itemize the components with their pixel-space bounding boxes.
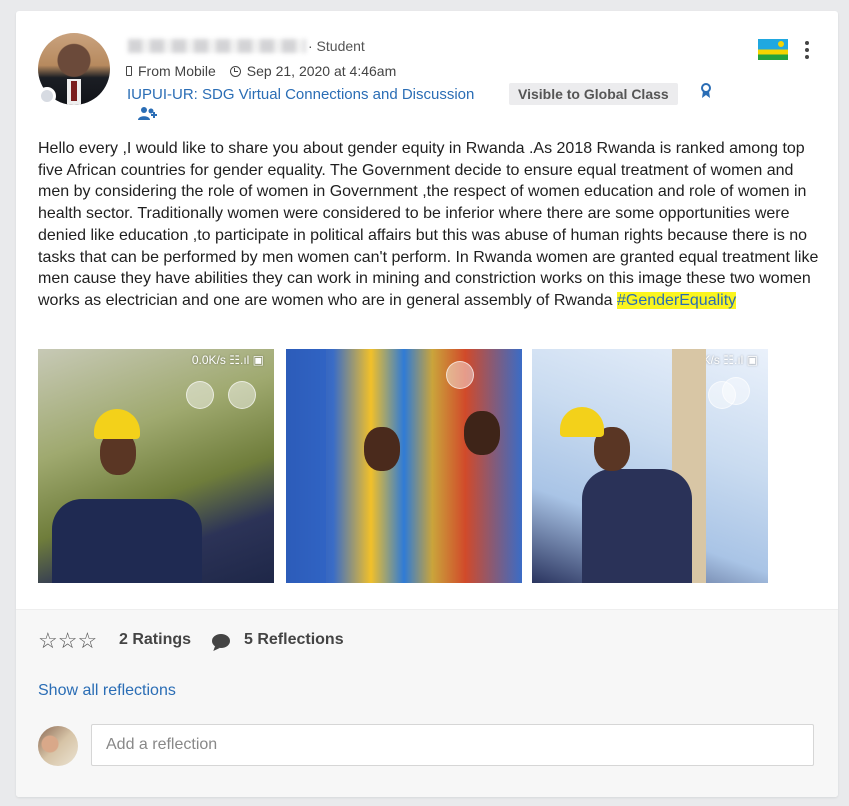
post-body-text: Hello every ,I would like to share you a… [38,140,819,309]
more-dot [805,55,809,59]
photo-scan-icon [446,361,474,389]
photo-assembly[interactable] [286,349,522,583]
author-name-redacted[interactable] [128,39,306,53]
more-dot [805,41,809,45]
hashtag-link[interactable]: #GenderEquality [616,291,737,309]
rwanda-flag [758,39,788,60]
photo-electrician-1[interactable]: 0.0K/s ☷.ıl ▣ [38,349,274,583]
post-timestamp[interactable]: Sep 21, 2020 at 4:46am [247,63,396,79]
photo-worker-body [582,469,692,583]
bubble-icon [212,634,230,648]
star-rating[interactable]: ☆☆☆ [38,630,97,652]
current-user-avatar [38,726,78,766]
show-all-reflections-link[interactable]: Show all reflections [38,682,176,700]
photo-statusbar: 0.0K/s ☷.ıl ▣ [685,353,758,367]
photo-electrician-2[interactable]: 0.0K/s ☷.ıl ▣ [532,349,768,583]
photo-flag-left [286,349,326,583]
photo-worker-helmet [560,407,604,437]
ribbon-icon[interactable] [700,83,712,99]
people-icon[interactable] [138,106,158,122]
presence-indicator [38,87,56,105]
photo-statusbar: 0.0K/s ☷.ıl ▣ [191,353,264,367]
more-icon[interactable] [804,41,810,59]
flag-sun [778,41,784,47]
post-card: · Student From Mobile Sep 21, 2020 at 4:… [16,11,838,797]
photo-share-icon [722,377,750,405]
post-meta: From Mobile Sep 21, 2020 at 4:46am [126,63,396,79]
reflections-count[interactable]: 5 Reflections [244,631,344,649]
more-dot [805,48,809,52]
photo-worker-helmet [94,409,140,439]
avatar-tie [71,81,77,101]
post-source: From Mobile [138,63,216,79]
photo-woman-face [464,411,500,455]
phone-icon [126,66,132,76]
group-link[interactable]: IUPUI-UR: SDG Virtual Connections and Di… [127,86,474,103]
ratings-count[interactable]: 2 Ratings [119,631,191,649]
photo-scan-icon [186,381,214,409]
photo-worker-body [52,499,202,583]
author-role: · Student [308,38,365,54]
post-footer: ☆☆☆ 2 Ratings 5 Reflections Show all ref… [16,609,838,797]
clock-icon [229,65,241,77]
photo-share-icon [228,381,256,409]
post-body: Hello every ,I would like to share you a… [38,138,824,312]
visibility-badge: Visible to Global Class [509,83,678,105]
photo-woman-face [364,427,400,471]
reflection-input[interactable] [91,724,814,766]
